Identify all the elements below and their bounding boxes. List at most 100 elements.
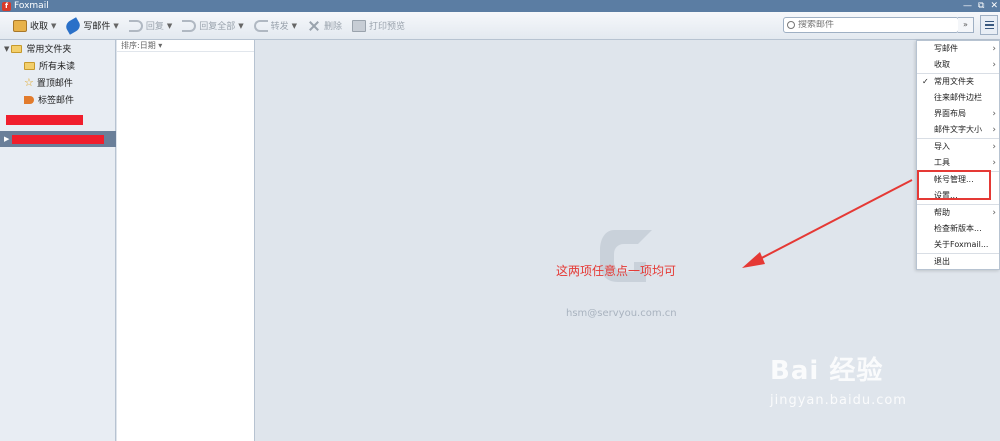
menu-item-label: 帮助 bbox=[934, 208, 950, 217]
search-options-button[interactable]: » bbox=[958, 17, 974, 33]
forward-button[interactable]: 转发 ▼ bbox=[249, 16, 302, 36]
chevron-down-icon: » bbox=[963, 20, 968, 29]
expand-triangle-icon[interactable]: ▶ bbox=[4, 135, 9, 143]
menu-item[interactable]: 往来邮件边栏 bbox=[917, 90, 999, 106]
sort-label: 排序:日期 bbox=[121, 41, 156, 50]
reply-all-button[interactable]: 回复全部 ▼ bbox=[177, 16, 248, 36]
delete-label: 删除 bbox=[324, 22, 343, 32]
checkmark-icon: ✓ bbox=[922, 77, 929, 86]
toolbar: 收取 ▼ 写邮件 ▼ 回复 ▼ 回复全部 ▼ 转发 ▼ 删除 打印预览 » bbox=[0, 12, 1000, 40]
reply-icon bbox=[128, 19, 143, 32]
chevron-right-icon: › bbox=[992, 109, 996, 119]
folder-sidebar: ▼ 常用文件夹 所有未读 ☆ 置顶邮件 标签邮件 ▶ bbox=[0, 40, 116, 441]
chevron-right-icon: › bbox=[992, 208, 996, 218]
menu-item-label: 常用文件夹 bbox=[934, 77, 974, 86]
menu-item[interactable]: 邮件文字大小 › bbox=[917, 122, 999, 138]
chevron-down-icon[interactable]: ▼ bbox=[167, 22, 172, 30]
main-dropdown-menu: 写邮件 › 收取 › ✓ 常用文件夹 往来邮件边栏 界面布局 › 邮件文字大小 › 导入 › 工具 › 帐号管… bbox=[916, 40, 1000, 270]
star-icon: ☆ bbox=[24, 76, 34, 89]
feather-pen-icon bbox=[64, 16, 83, 35]
folder-item-unread[interactable]: 所有未读 bbox=[0, 57, 115, 74]
minimize-button[interactable]: — bbox=[963, 0, 972, 12]
title-bar: f Foxmail — ⧉ ✕ bbox=[0, 0, 1000, 12]
watermark-domain: jingyan.baidu.com bbox=[770, 393, 907, 408]
window-title: Foxmail bbox=[14, 1, 49, 11]
reply-label: 回复 bbox=[145, 22, 164, 32]
delete-button[interactable]: 删除 bbox=[302, 16, 347, 36]
menu-lines-icon bbox=[984, 20, 994, 23]
chevron-right-icon: › bbox=[992, 158, 996, 168]
folder-item-tagged[interactable]: 标签邮件 bbox=[0, 91, 115, 108]
folder-item-pinned[interactable]: ☆ 置顶邮件 bbox=[0, 74, 115, 91]
inbox-icon bbox=[13, 19, 27, 32]
menu-item-label: 工具 bbox=[934, 158, 950, 167]
print-preview-label: 打印预览 bbox=[369, 22, 406, 32]
redacted-account-name bbox=[6, 115, 83, 125]
folder-icon bbox=[24, 61, 35, 70]
menu-item[interactable]: 帮助 › bbox=[917, 205, 999, 221]
folder-item-label: 标签邮件 bbox=[38, 96, 75, 106]
expand-triangle-icon[interactable]: ▼ bbox=[4, 45, 9, 53]
receive-label: 收取 bbox=[30, 22, 49, 32]
menu-item-label: 关于Foxmail... bbox=[934, 240, 989, 249]
folder-group-favorites[interactable]: ▼ 常用文件夹 bbox=[0, 40, 115, 57]
menu-item-label: 收取 bbox=[934, 60, 950, 69]
account-row-selected[interactable]: ▶ bbox=[0, 131, 116, 147]
reply-button[interactable]: 回复 ▼ bbox=[124, 16, 177, 36]
forward-icon bbox=[253, 19, 268, 32]
reply-all-label: 回复全部 bbox=[199, 22, 236, 32]
folder-item-label: 置顶邮件 bbox=[36, 79, 73, 89]
main-menu-button[interactable] bbox=[980, 15, 998, 35]
search-icon bbox=[787, 21, 795, 29]
reply-all-icon bbox=[182, 19, 197, 32]
menu-item[interactable]: 写邮件 › bbox=[917, 41, 999, 57]
menu-item-label: 邮件文字大小 bbox=[934, 125, 982, 134]
menu-item[interactable]: ✓ 常用文件夹 bbox=[917, 74, 999, 90]
folder-group-label: 常用文件夹 bbox=[26, 45, 72, 55]
menu-item[interactable]: 导入 › bbox=[917, 139, 999, 155]
menu-item[interactable]: 界面布局 › bbox=[917, 106, 999, 122]
chevron-right-icon: › bbox=[992, 60, 996, 70]
foxmail-watermark-logo-icon bbox=[600, 230, 652, 282]
foxmail-logo-icon: f bbox=[2, 1, 11, 11]
write-mail-button[interactable]: 写邮件 ▼ bbox=[61, 16, 123, 36]
tutorial-annotation: 这两项任意点一项均可 bbox=[556, 264, 677, 278]
menu-item-label: 退出 bbox=[934, 257, 950, 266]
chevron-down-icon: ▾ bbox=[158, 41, 163, 50]
menu-item-label: 写邮件 bbox=[934, 44, 958, 53]
menu-item[interactable]: 检查新版本... bbox=[917, 221, 999, 237]
chevron-down-icon[interactable]: ▼ bbox=[51, 22, 56, 30]
chevron-right-icon: › bbox=[992, 44, 996, 54]
restore-button[interactable]: ⧉ bbox=[978, 0, 984, 12]
annotation-highlight-box bbox=[917, 170, 991, 200]
menu-item-label: 检查新版本... bbox=[934, 224, 982, 233]
folder-icon bbox=[11, 44, 23, 53]
chevron-down-icon[interactable]: ▼ bbox=[292, 22, 297, 30]
forward-label: 转发 bbox=[270, 22, 289, 32]
redacted-account-email bbox=[12, 134, 105, 144]
receive-button[interactable]: 收取 ▼ bbox=[8, 16, 61, 36]
print-preview-button[interactable]: 打印预览 bbox=[347, 16, 410, 36]
close-button[interactable]: ✕ bbox=[990, 0, 998, 12]
chevron-down-icon[interactable]: ▼ bbox=[113, 22, 118, 30]
window-controls: — ⧉ ✕ bbox=[963, 0, 998, 12]
tag-icon bbox=[24, 95, 34, 104]
menu-item-label: 往来邮件边栏 bbox=[934, 93, 982, 102]
menu-item[interactable]: 收取 › bbox=[917, 57, 999, 73]
search-input[interactable] bbox=[798, 20, 948, 30]
chevron-down-icon[interactable]: ▼ bbox=[238, 22, 243, 30]
search-box bbox=[783, 17, 959, 33]
baidu-jingyan-watermark: Bai 经验 jingyan.baidu.com bbox=[770, 350, 970, 430]
menu-item[interactable]: 工具 › bbox=[917, 155, 999, 171]
mail-list-pane: 排序:日期 ▾ bbox=[117, 40, 255, 441]
account-email-text: hsm@servyou.com.cn bbox=[566, 308, 677, 319]
delete-icon bbox=[307, 20, 321, 32]
menu-item[interactable]: 退出 bbox=[917, 254, 999, 270]
watermark-brand: Bai 经验 bbox=[770, 356, 884, 386]
sort-selector[interactable]: 排序:日期 ▾ bbox=[117, 40, 254, 52]
menu-item-label: 界面布局 bbox=[934, 109, 966, 118]
menu-item[interactable]: 关于Foxmail... bbox=[917, 237, 999, 253]
chevron-right-icon: › bbox=[992, 142, 996, 152]
chevron-right-icon: › bbox=[992, 125, 996, 135]
write-label: 写邮件 bbox=[83, 22, 111, 32]
